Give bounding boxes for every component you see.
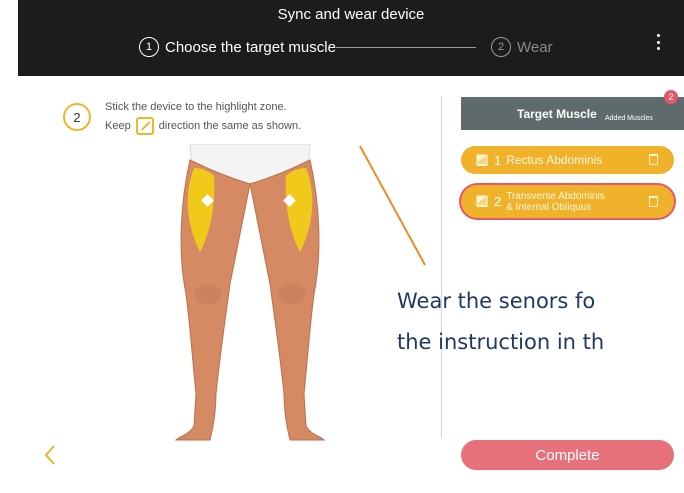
wifi-icon: 📶︎: [475, 154, 489, 167]
trash-icon[interactable]: [649, 196, 658, 207]
more-vert-icon[interactable]: [648, 32, 668, 52]
step-label: Wear: [517, 38, 553, 56]
step-number: 2: [491, 37, 511, 57]
step-wear[interactable]: 2 Wear: [491, 36, 553, 58]
top-bar: Sync and wear device 1 Choose the target…: [18, 0, 684, 76]
wifi-icon: 📶︎: [475, 196, 489, 208]
back-chevron-icon[interactable]: [39, 440, 61, 470]
instruction-keep: Keep: [105, 120, 131, 132]
target-muscle-header: Target Muscle Added Muscles: [461, 97, 684, 130]
item-number: 1: [493, 152, 502, 168]
muscle-item-rectus-abdominis[interactable]: 📶︎ 1 Rectus Abdominis: [461, 146, 674, 174]
item-label-line1: Transverse Abdominis: [506, 190, 605, 202]
instruction-text-direction: Keep direction the same as shown.: [105, 117, 301, 135]
target-muscle-title: Target Muscle: [517, 107, 597, 121]
page-title: Sync and wear device: [277, 6, 425, 23]
annotation-text: the instruction in th: [397, 330, 605, 354]
instruction-step-number: 2: [63, 103, 91, 131]
step-choose-target[interactable]: 1 Choose the target muscle: [139, 36, 336, 58]
legs-illustration: [174, 144, 326, 441]
step-number: 1: [139, 37, 159, 57]
count-badge: 2: [664, 90, 678, 104]
muscle-item-transverse-abdominis[interactable]: 📶︎ 2 Transverse Abdominis & Internal Obl…: [461, 185, 674, 218]
complete-button[interactable]: Complete: [461, 440, 674, 470]
instruction-text: Stick the device to the highlight zone.: [105, 101, 287, 113]
trash-icon[interactable]: [649, 154, 658, 165]
step-connector: [336, 47, 476, 48]
direction-icon: [135, 117, 154, 135]
item-label: Rectus Abdominis: [506, 153, 603, 167]
panel-divider: [441, 96, 442, 438]
item-label-line2: & Internal Obliquus: [506, 201, 592, 213]
item-number: 2: [493, 194, 502, 209]
instruction-direction: direction the same as shown.: [158, 120, 302, 132]
annotation-text: Wear the senors fo: [397, 289, 596, 313]
step-label: Choose the target muscle: [165, 38, 336, 56]
item-label: Transverse Abdominis & Internal Obliquus: [506, 191, 605, 213]
added-muscles-label: Added Muscles: [605, 115, 653, 122]
